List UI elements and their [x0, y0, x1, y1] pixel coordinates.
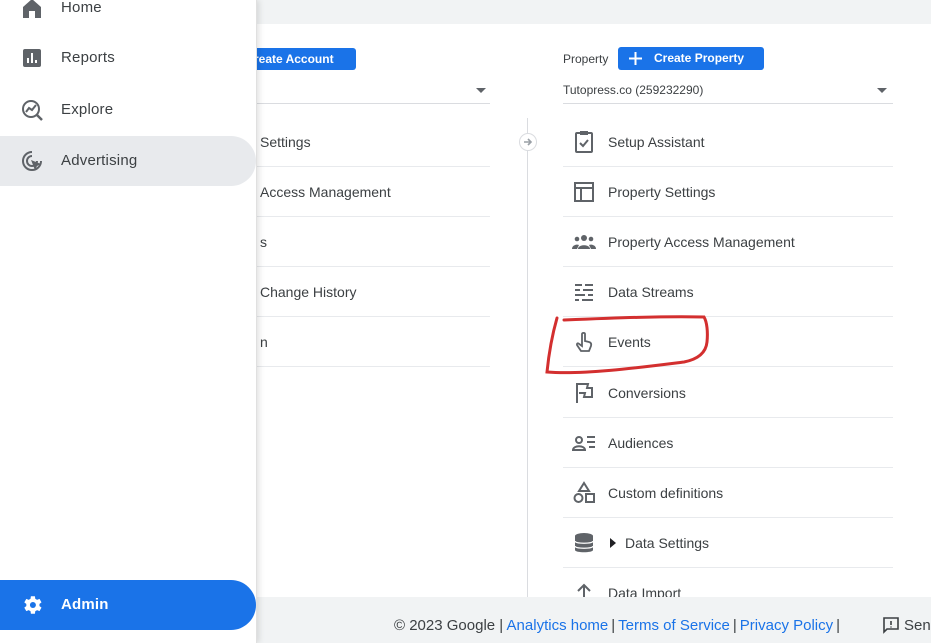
property-item-label: Audiences: [608, 435, 674, 451]
gear-icon: [24, 596, 42, 614]
account-item-change-history[interactable]: Change History: [250, 267, 490, 317]
sidebar-item-label: Admin: [61, 596, 109, 613]
shapes-icon: [573, 481, 595, 503]
home-icon: [23, 0, 41, 18]
property-item-setup-assistant[interactable]: Setup Assistant: [563, 117, 893, 167]
flag-icon: [576, 383, 593, 403]
data-streams-icon: [575, 284, 593, 301]
plus-icon: [629, 52, 642, 65]
property-item-conversions[interactable]: Conversions: [563, 368, 893, 418]
feedback-icon: [883, 617, 899, 634]
sidebar-item-label: Home: [61, 0, 102, 16]
account-select-caret[interactable]: [476, 88, 486, 93]
analytics-home-link[interactable]: Analytics home: [507, 617, 609, 634]
property-item-settings[interactable]: Property Settings: [563, 167, 893, 217]
property-item-label: Data Settings: [625, 535, 710, 551]
account-item-label: Change History: [260, 284, 357, 300]
account-item-access[interactable]: Access Management: [250, 167, 490, 217]
explore-icon: [22, 100, 43, 121]
property-item-data-settings[interactable]: Data Settings: [563, 518, 893, 568]
account-item-label: n: [260, 334, 268, 350]
arrow-right-icon: [519, 133, 537, 151]
property-item-label: Conversions: [608, 385, 686, 401]
advertising-icon: [22, 151, 42, 171]
account-item-5[interactable]: n: [250, 317, 490, 367]
touch-icon: [575, 331, 593, 352]
sidebar-item-admin[interactable]: Admin: [0, 580, 256, 630]
expand-arrow-icon[interactable]: [610, 538, 616, 548]
account-item-label: Settings: [260, 134, 311, 150]
sidebar-item-home[interactable]: Home: [0, 0, 256, 33]
property-item-label: Setup Assistant: [608, 134, 705, 150]
property-item-label: Data Streams: [608, 284, 694, 300]
account-item-3[interactable]: s: [250, 217, 490, 267]
property-item-custom-definitions[interactable]: Custom definitions: [563, 468, 893, 518]
create-property-label: Create Property: [654, 51, 745, 65]
property-selected-value: Tutopress.co (259232290): [563, 83, 704, 97]
property-item-label: Events: [608, 334, 651, 350]
terms-link[interactable]: Terms of Service: [618, 617, 730, 634]
feedback-label: Sen: [904, 617, 931, 634]
property-item-events[interactable]: Events: [563, 317, 893, 367]
copyright: © 2023 Google |: [394, 617, 504, 634]
property-item-label: Custom definitions: [608, 485, 724, 501]
reports-icon: [23, 49, 41, 67]
people-icon: [572, 235, 596, 249]
sidebar-item-label: Explore: [61, 101, 114, 118]
property-select[interactable]: Tutopress.co (259232290): [563, 80, 893, 104]
layout-icon: [574, 182, 594, 202]
property-item-label: Property Settings: [608, 184, 716, 200]
account-item-settings[interactable]: Settings: [250, 117, 490, 167]
sidebar-item-explore[interactable]: Explore: [0, 85, 256, 135]
chevron-down-icon: [877, 88, 887, 93]
account-item-label: Access Management: [260, 184, 391, 200]
property-item-access-management[interactable]: Property Access Management: [563, 217, 893, 267]
separator: |: [732, 617, 737, 634]
separator: |: [611, 617, 616, 634]
footer-text: © 2023 Google | Analytics home | Terms of …: [394, 617, 843, 634]
property-item-data-streams[interactable]: Data Streams: [563, 267, 893, 317]
sidebar-item-label: Reports: [61, 49, 115, 66]
property-item-label: Property Access Management: [608, 234, 795, 250]
property-item-audiences[interactable]: Audiences: [563, 418, 893, 468]
audiences-icon: [572, 436, 595, 451]
property-label: Property: [563, 52, 609, 66]
database-icon: [574, 533, 594, 553]
send-feedback-button[interactable]: Sen: [882, 614, 931, 636]
create-property-button[interactable]: Create Property: [618, 47, 764, 70]
column-divider: [527, 118, 528, 597]
sidebar-item-label: Advertising: [61, 152, 138, 169]
account-select[interactable]: [250, 103, 490, 104]
separator: |: [836, 617, 841, 634]
account-item-label: s: [260, 234, 267, 250]
sidebar-item-advertising[interactable]: Advertising: [0, 136, 256, 186]
sidebar-item-reports[interactable]: Reports: [0, 33, 256, 83]
clipboard-check-icon: [575, 131, 593, 153]
privacy-link[interactable]: Privacy Policy: [740, 617, 833, 634]
sidebar: Home Reports Explore Advertising Admin: [0, 0, 257, 643]
